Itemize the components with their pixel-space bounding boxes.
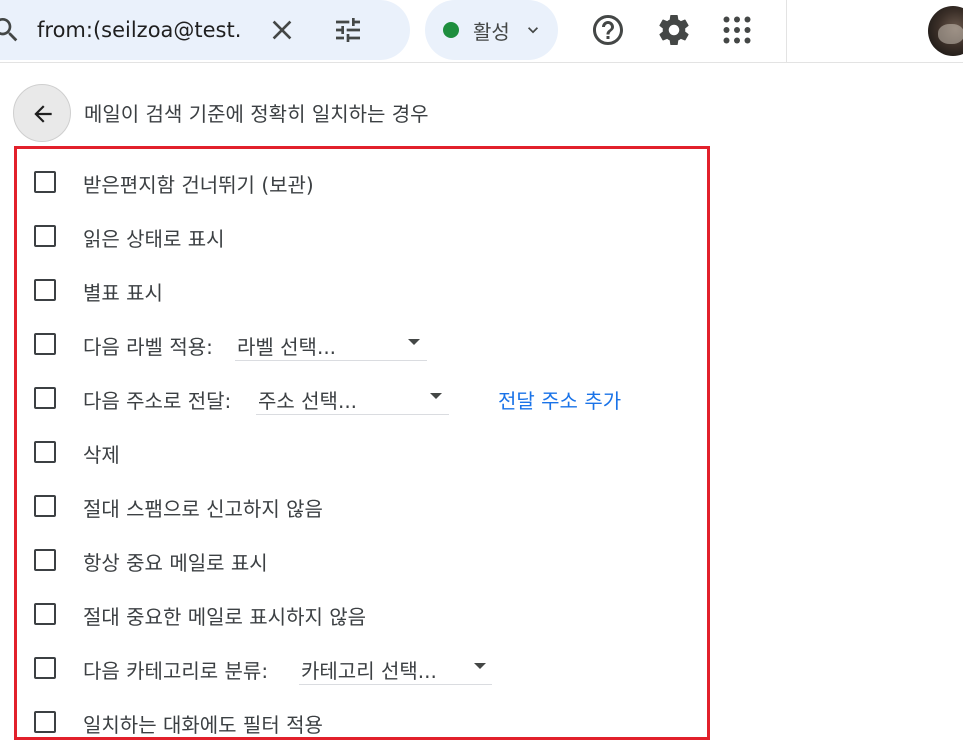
always-important-checkbox[interactable] (34, 549, 56, 571)
never-important-checkbox[interactable] (34, 603, 56, 625)
apply-existing-label: 일치하는 대화에도 필터 적용 (83, 713, 323, 737)
action-row-categorize[interactable]: 다음 카테고리로 분류: 카테고리 선택... (17, 648, 707, 688)
action-row-star[interactable]: 별표 표시 (17, 270, 707, 310)
dropdown-arrow-icon (430, 393, 442, 399)
forward-address-select[interactable]: 주소 선택... (256, 382, 449, 415)
action-row-skip-inbox[interactable]: 받은편지함 건너뛰기 (보관) (17, 162, 707, 202)
search-input[interactable] (37, 13, 252, 47)
mark-read-checkbox[interactable] (34, 225, 56, 247)
top-bar: 활성 (0, 0, 963, 63)
dropdown-arrow-icon (408, 339, 420, 345)
forward-label: 다음 주소로 전달: (83, 389, 232, 413)
action-row-apply-label[interactable]: 다음 라벨 적용: 라벨 선택... (17, 324, 707, 364)
action-row-never-important[interactable]: 절대 중요한 메일로 표시하지 않음 (17, 594, 707, 634)
delete-checkbox[interactable] (34, 441, 56, 463)
filter-actions-panel: 받은편지함 건너뛰기 (보관) 읽은 상태로 표시 별표 표시 다음 라벨 적용… (14, 146, 710, 740)
search-icon[interactable] (0, 14, 22, 46)
help-icon[interactable] (590, 12, 626, 48)
label-select[interactable]: 라벨 선택... (235, 328, 427, 361)
category-select-value: 카테고리 선택... (301, 659, 437, 683)
search-box[interactable] (0, 0, 410, 60)
filter-criteria-title: 메일이 검색 기준에 정확히 일치하는 경우 (84, 102, 429, 126)
forward-address-select-value: 주소 선택... (258, 389, 358, 413)
star-checkbox[interactable] (34, 279, 56, 301)
never-important-label: 절대 중요한 메일로 표시하지 않음 (83, 605, 367, 629)
status-label: 활성 (473, 20, 510, 44)
chevron-down-icon (528, 27, 538, 34)
category-select[interactable]: 카테고리 선택... (299, 652, 492, 685)
apply-label-checkbox[interactable] (34, 333, 56, 355)
skip-inbox-label: 받은편지함 건너뛰기 (보관) (83, 173, 314, 197)
arrow-back-icon (34, 105, 52, 123)
tune-icon[interactable] (332, 14, 364, 46)
dropdown-arrow-icon (474, 663, 486, 669)
star-label: 별표 표시 (83, 281, 163, 305)
always-important-label: 항상 중요 메일로 표시 (83, 551, 268, 575)
skip-inbox-checkbox[interactable] (34, 171, 56, 193)
apps-grid-icon[interactable] (719, 12, 755, 48)
delete-label: 삭제 (83, 443, 120, 467)
categorize-checkbox[interactable] (34, 657, 56, 679)
never-spam-label: 절대 스팸으로 신고하지 않음 (83, 497, 323, 521)
forward-checkbox[interactable] (34, 387, 56, 409)
action-row-never-spam[interactable]: 절대 스팸으로 신고하지 않음 (17, 486, 707, 526)
back-button[interactable] (13, 84, 71, 142)
apply-existing-checkbox[interactable] (34, 711, 56, 733)
add-forwarding-address-link[interactable]: 전달 주소 추가 (498, 385, 621, 414)
close-icon[interactable] (266, 14, 298, 46)
label-select-value: 라벨 선택... (237, 335, 337, 359)
never-spam-checkbox[interactable] (34, 495, 56, 517)
apply-label-label: 다음 라벨 적용: (83, 335, 213, 359)
status-dot (443, 22, 459, 38)
action-row-mark-read[interactable]: 읽은 상태로 표시 (17, 216, 707, 256)
mark-read-label: 읽은 상태로 표시 (83, 227, 225, 251)
action-row-apply-existing[interactable]: 일치하는 대화에도 필터 적용 (17, 702, 707, 742)
status-dropdown[interactable]: 활성 (425, 0, 558, 60)
action-row-always-important[interactable]: 항상 중요 메일로 표시 (17, 540, 707, 580)
action-row-forward[interactable]: 다음 주소로 전달: 주소 선택... 전달 주소 추가 (17, 378, 707, 418)
gear-icon[interactable] (656, 12, 692, 48)
action-row-delete[interactable]: 삭제 (17, 432, 707, 472)
categorize-label: 다음 카테고리로 분류: (83, 659, 269, 683)
